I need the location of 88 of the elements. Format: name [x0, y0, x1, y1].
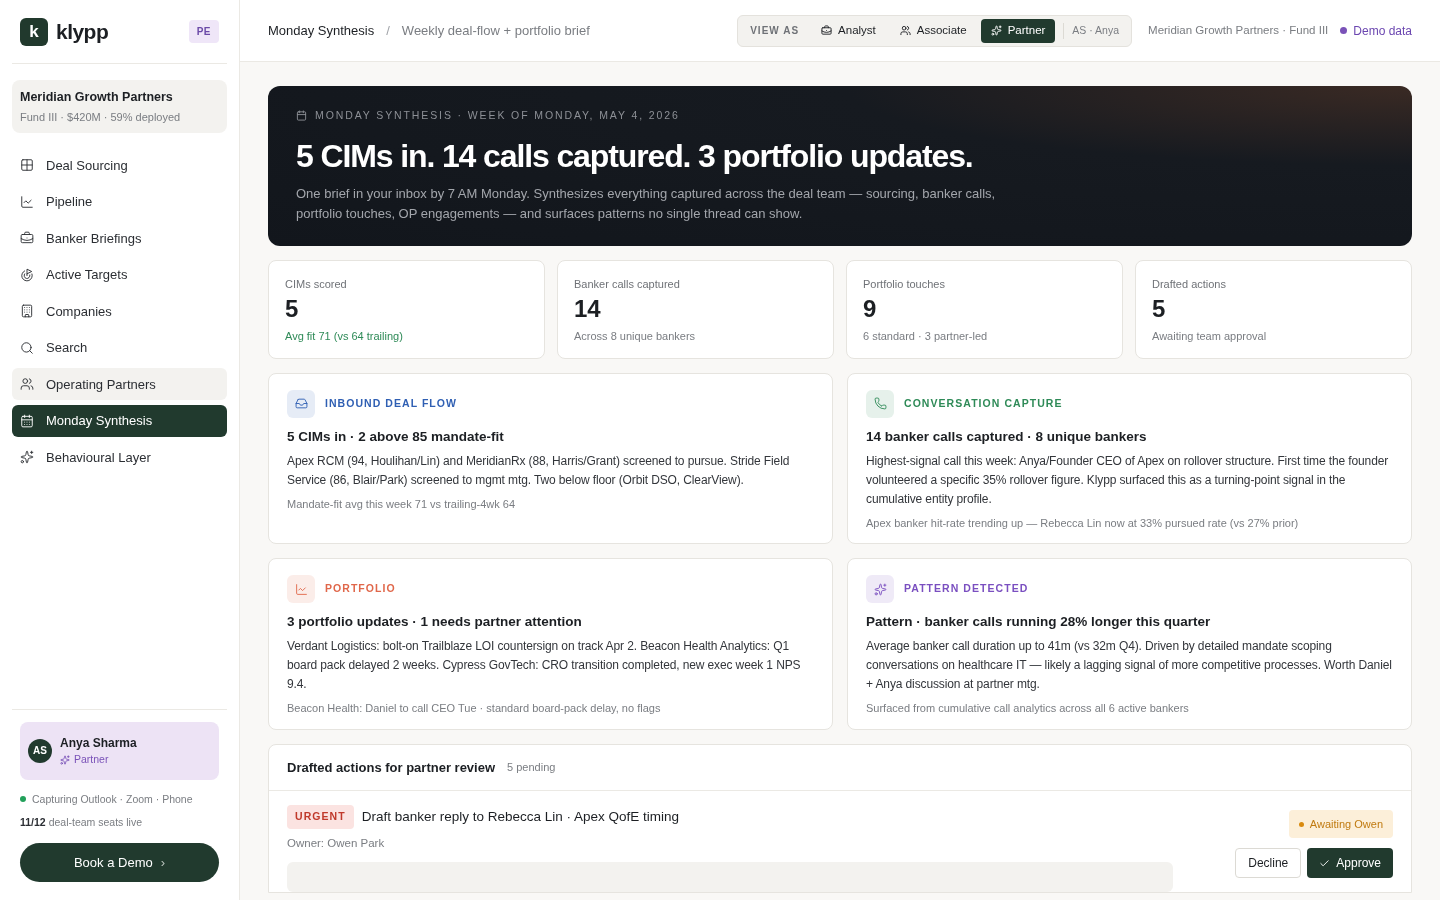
insight-footer: Surfaced from cumulative call analytics across all 6 active bankers — [866, 700, 1393, 717]
stat-note: 6 standard · 3 partner-led — [863, 329, 989, 345]
fund-label: Meridian Growth Partners · Fund III — [1148, 22, 1329, 38]
seats-status: 11/12 deal-team seats live — [20, 815, 143, 831]
stat-note: Awaiting team approval — [1152, 329, 1268, 345]
user-role: Partner — [74, 751, 109, 767]
sparkle-icon — [990, 25, 1002, 36]
decline-button[interactable]: Decline — [1235, 848, 1302, 879]
search-icon — [20, 340, 34, 355]
briefcase-icon — [821, 25, 833, 36]
people-icon — [899, 25, 911, 36]
sparkle-icon — [866, 575, 894, 604]
insight-title: 5 CIMs in · 2 above 85 mandate-fit — [287, 427, 505, 446]
building-icon — [20, 304, 34, 319]
stat-value: 5 — [1152, 294, 1167, 325]
nav-item[interactable]: Monday Synthesis — [12, 404, 227, 437]
grid-icon — [20, 158, 34, 173]
stat-value: 5 — [285, 294, 300, 325]
insight-tag: CONVERSATION CAPTURE — [904, 395, 1063, 412]
sparkle-icon — [60, 754, 70, 765]
stat-label: CIMs scored — [285, 276, 348, 292]
breadcrumb-separator: / — [386, 21, 390, 40]
calendar-icon — [296, 110, 307, 122]
breadcrumb-page: Weekly deal-flow + portfolio brief — [401, 21, 590, 40]
insight-title: Pattern · banker calls running 28% longer this quarter — [866, 613, 1212, 632]
action-owner: Owner: Owen Park — [287, 835, 386, 851]
chart-icon — [287, 575, 315, 604]
nav-item[interactable]: Active Targets — [12, 258, 227, 291]
stat-value: 14 — [574, 294, 602, 325]
action-title: Draft banker reply to Rebecca Lin · Apex QofE timing — [361, 807, 680, 826]
nav-item[interactable]: Deal Sourcing — [12, 149, 227, 182]
stat-label: Banker calls captured — [574, 276, 681, 292]
check-icon — [1319, 857, 1331, 869]
insight-footer: Beacon Health: Daniel to call CEO Tue · standard board-pack delay, no flags — [287, 700, 814, 717]
insight-tag: PORTFOLIO — [325, 581, 396, 598]
insight-body: Apex RCM (94, Houlihan/Lin) and MeridianRx (88, Harris/Grant) screened to pursue. Stride Field Service (86, Blair/Park) screened to mgmt mtg. Two below floor (Orbit DSO, ClearView). — [287, 452, 791, 489]
role-tab[interactable]: Analyst — [811, 18, 886, 43]
nav-item[interactable]: Behavioural Layer — [12, 441, 227, 474]
stat-note: Avg fit 71 (vs 64 trailing) — [285, 329, 404, 345]
nav-item[interactable]: Banker Briefings — [12, 222, 227, 255]
insight-body: Average banker call duration up to 41m (vs 32m Q4). Driven by detailed mandate scoping conversations on healthcare IT — likely a lagging signal of more competitive processes. Worth Daniel + Anya discussion at partner mtg. — [866, 638, 1393, 694]
stat-note: Across 8 unique bankers — [574, 329, 697, 345]
plan-tag: PE — [188, 20, 219, 43]
user-name: Anya Sharma — [60, 734, 137, 752]
nav-item[interactable]: Companies — [12, 295, 227, 328]
actions-title: Drafted actions for partner review — [287, 758, 496, 777]
insight-tag: PATTERN DETECTED — [904, 581, 1029, 598]
phone-icon — [866, 389, 894, 418]
stat-value: 9 — [863, 294, 878, 325]
sparkle-icon — [20, 450, 34, 465]
insight-title: 3 portfolio updates · 1 needs partner attention — [287, 613, 583, 632]
hero-title: 5 CIMs in. 14 calls captured. 3 portfolio updates. — [296, 136, 974, 176]
book-demo-button[interactable]: Book a Demo › — [20, 843, 219, 882]
demo-data-tag: Demo data — [1353, 21, 1412, 40]
hero-eyebrow: MONDAY SYNTHESIS · WEEK OF MONDAY, MAY 4, 2026 — [315, 108, 680, 123]
nav-item[interactable]: Operating Partners — [12, 368, 227, 401]
capture-status: Capturing Outlook · Zoom · Phone — [32, 791, 193, 807]
fund-name: Meridian Growth Partners — [20, 89, 174, 106]
breadcrumb-current[interactable]: Monday Synthesis — [268, 20, 375, 41]
chart-icon — [20, 194, 34, 209]
view-as-user: AS · Anya — [1072, 22, 1121, 38]
logo-name: klypp — [56, 18, 109, 45]
action-status: Awaiting Owen — [1309, 816, 1383, 832]
target-icon — [20, 267, 34, 282]
nav-item[interactable]: Pipeline — [12, 185, 227, 218]
role-tab[interactable]: Partner — [980, 18, 1056, 43]
briefcase-icon — [20, 231, 34, 246]
approve-button[interactable]: Approve — [1307, 848, 1393, 879]
insight-tag: INBOUND DEAL FLOW — [325, 395, 457, 412]
fund-details: Fund III · $420M · 59% deployed — [20, 109, 182, 125]
insight-footer: Mandate-fit avg this week 71 vs trailing-4wk 64 — [287, 495, 814, 513]
insight-title: 14 banker calls captured · 8 unique bankers — [866, 427, 1148, 446]
view-as-label: VIEW AS — [749, 24, 801, 38]
urgency-tag: URGENT — [287, 804, 354, 829]
user-avatar: AS — [28, 738, 52, 763]
stat-label: Drafted actions — [1152, 276, 1227, 292]
people-icon — [20, 377, 34, 392]
stat-label: Portfolio touches — [863, 276, 946, 292]
role-tab[interactable]: Associate — [889, 18, 977, 43]
hero-description: One brief in your inbox by 7 AM Monday. Synthesizes everything captured across the deal team — sourcing, banker calls, portfolio touches, OP engagements — and surfaces patterns no single thread can show. — [296, 184, 996, 223]
insight-body: Verdant Logistics: bolt-on Trailblaze LOI countersign on track Apr 2. Beacon Health Analytics: Q1 board pack delayed 2 weeks. Cypress GovTech: CRO transition completed, new exec week 1 NPS 9.4. — [287, 638, 802, 694]
logo-mark: k — [20, 17, 48, 46]
pending-count: 5 pending — [507, 760, 556, 775]
calendar-icon — [20, 413, 34, 428]
nav-item[interactable]: Search — [12, 331, 227, 364]
inbox-icon — [287, 389, 315, 418]
insight-footer: Apex banker hit-rate trending up — Rebecca Lin now at 33% pursued rate (vs 27% prior) — [866, 514, 1393, 532]
insight-body: Highest-signal call this week: Anya/Founder CEO of Apex on rollover structure. First time the founder volunteered a specific 35% rollover figure. Klypp surfaced this as a turning-point signal in the cumulative entity profile. — [866, 452, 1390, 508]
